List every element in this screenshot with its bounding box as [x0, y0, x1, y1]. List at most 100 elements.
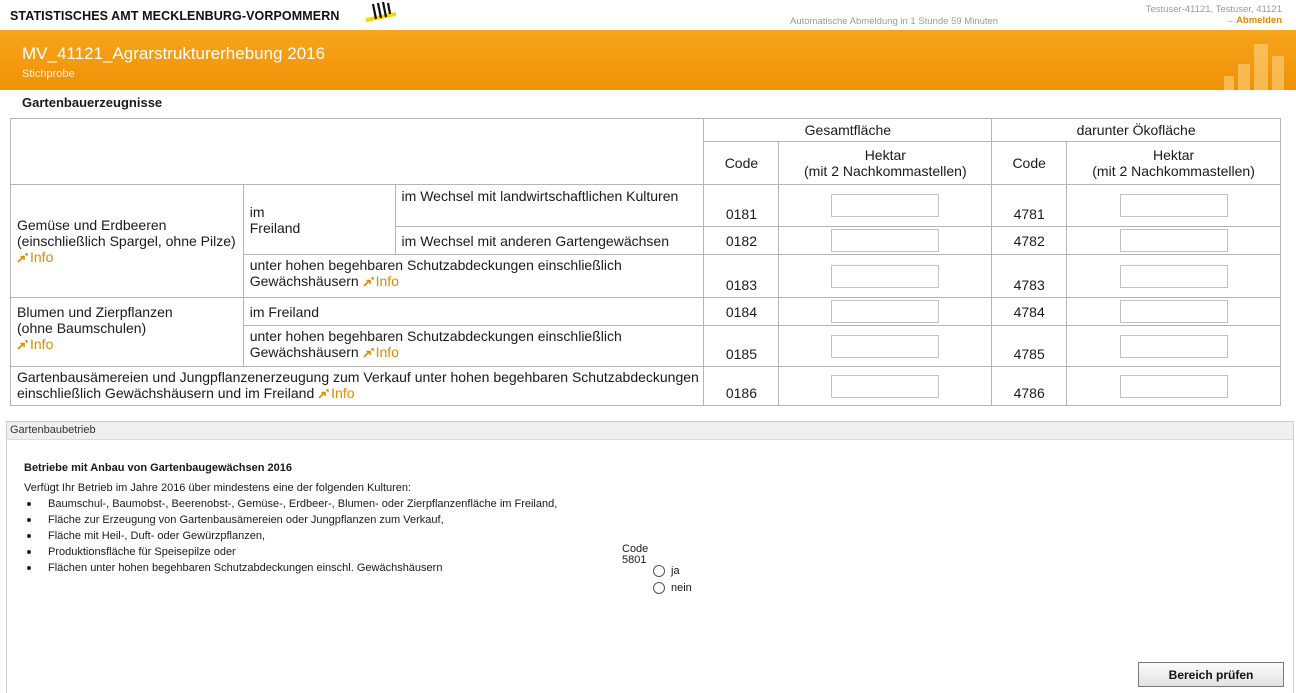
info-link[interactable]: Info	[318, 385, 355, 401]
hektar-input-4781[interactable]	[1119, 194, 1228, 217]
list-item: Baumschul-, Baumobst-, Beerenobst-, Gemü…	[24, 498, 604, 510]
header-hektar: Hektar (mit 2 Nachkommastellen)	[778, 141, 993, 185]
input-cell	[1066, 254, 1281, 298]
input-cell	[1066, 366, 1281, 406]
code-value: 5801	[622, 554, 647, 566]
hektar-input-4784[interactable]	[1119, 300, 1228, 323]
row-label: im Freiland	[242, 297, 705, 326]
radio-nein[interactable]	[653, 582, 665, 594]
input-cell	[778, 254, 993, 298]
row-code: 4785	[991, 325, 1068, 367]
table-corner	[9, 118, 705, 185]
input-cell	[1066, 184, 1281, 227]
hektar-input-4783[interactable]	[1119, 264, 1228, 288]
row-code: 0185	[703, 325, 780, 367]
input-cell	[778, 297, 993, 326]
input-cell	[778, 325, 993, 367]
hektar-input-0185[interactable]	[831, 334, 940, 358]
info-link[interactable]: Info	[17, 336, 53, 352]
hektar-input-0181[interactable]	[831, 194, 940, 217]
row-code: 4782	[991, 226, 1068, 255]
table-row: Blumen und Zierpflanzen (ohne Baumschulen…	[10, 297, 1281, 367]
survey-subtitle: Stichprobe	[22, 68, 75, 80]
header-gesamtflaeche: Gesamtfläche	[703, 118, 993, 142]
info-link[interactable]: Info	[17, 249, 53, 265]
external-link-icon	[363, 277, 374, 287]
mv-crest-logo-icon	[366, 2, 396, 22]
radio-option-ja[interactable]: ja	[653, 565, 680, 577]
list-item: Flächen unter hohen begehbaren Schutzabd…	[24, 562, 624, 574]
external-link-icon	[318, 389, 329, 399]
input-cell	[778, 366, 993, 406]
hektar-input-4782[interactable]	[1119, 229, 1228, 252]
input-cell	[1066, 325, 1281, 367]
list-item: Fläche zur Erzeugung von Gartenbausämere…	[24, 514, 624, 526]
row-code: 0186	[703, 366, 780, 406]
bullet-icon	[27, 550, 31, 554]
row-code: 0183	[703, 254, 780, 298]
row-code: 4783	[991, 254, 1068, 298]
bullet-icon	[27, 566, 31, 570]
input-cell	[1066, 297, 1281, 326]
row-code: 4786	[991, 366, 1068, 406]
question-title: Betriebe mit Anbau von Gartenbaugewächse…	[24, 462, 292, 474]
logout-link[interactable]: → Abmelden	[1224, 15, 1282, 26]
header-hektar-line1: Hektar	[864, 147, 906, 163]
row-code: 0182	[703, 226, 780, 255]
hektar-input-4786[interactable]	[1119, 374, 1228, 398]
input-cell	[778, 226, 993, 255]
culture-list: Baumschul-, Baumobst-, Beerenobst-, Gemü…	[24, 498, 624, 578]
check-section-button[interactable]: Bereich prüfen	[1138, 662, 1284, 687]
list-item: Produktionsfläche für Speisepilze oder	[24, 546, 624, 558]
code-label: Code 5801	[622, 543, 649, 566]
bullet-icon	[27, 534, 31, 538]
info-link[interactable]: Info	[363, 344, 399, 360]
subcategory-im-freiland: im Freiland	[242, 184, 396, 255]
section-title: Gartenbauerzeugnisse	[22, 95, 163, 110]
hektar-input-0183[interactable]	[831, 264, 940, 288]
table-row: Gemüse und Erdbeeren (einschließlich Spa…	[10, 184, 1281, 298]
info-link[interactable]: Info	[363, 273, 399, 289]
hektar-input-0182[interactable]	[831, 229, 940, 252]
header-code: Code	[991, 141, 1068, 185]
row-code: 4784	[991, 297, 1068, 326]
input-cell	[1066, 226, 1281, 255]
input-cell	[778, 184, 993, 227]
header-hektar-line2: (mit 2 Nachkommastellen)	[1092, 163, 1255, 179]
garden-products-table: Gesamtfläche darunter Ökofläche Code Hek…	[9, 118, 1281, 406]
category-blumen: Blumen und Zierpflanzen (ohne Baumschulen…	[10, 297, 244, 367]
row-label: im Wechsel mit landwirtschaftlichen Kult…	[394, 184, 705, 227]
panel-title: Gartenbaubetrieb	[7, 422, 1293, 440]
hektar-input-0186[interactable]	[831, 374, 940, 398]
survey-title: MV_41121_Agrarstrukturerhebung 2016	[22, 44, 326, 63]
user-info: Testuser-41121, Testuser, 41121	[1145, 4, 1282, 15]
row-label: im Wechsel mit anderen Gartengewächsen	[394, 226, 705, 255]
header-oekoflaeche: darunter Ökofläche	[991, 118, 1281, 142]
brand-name: STATISTISCHES AMT MECKLENBURG-VORPOMMERN	[10, 9, 340, 23]
row-code: 0184	[703, 297, 780, 326]
row-label: Gartenbausämereien und Jungpflanzenerzeu…	[9, 366, 705, 406]
row-code: 4781	[991, 184, 1068, 227]
external-link-icon	[363, 348, 374, 358]
external-link-icon	[17, 340, 28, 350]
radio-option-nein[interactable]: nein	[653, 582, 692, 594]
header-decoration-icon	[1218, 40, 1288, 90]
category-gemuese: Gemüse und Erdbeeren (einschließlich Spa…	[10, 184, 244, 298]
header-hektar-line1: Hektar	[1152, 147, 1195, 163]
category-gemuese-label: Gemüse und Erdbeeren (einschließlich Spa…	[17, 217, 236, 249]
row-code: 0181	[703, 184, 780, 227]
auto-logout-notice: Automatische Abmeldung in 1 Stunde 59 Mi…	[790, 16, 999, 27]
radio-ja[interactable]	[653, 565, 665, 577]
survey-header: MV_41121_Agrarstrukturerhebung 2016 Stic…	[0, 30, 1296, 90]
header-hektar: Hektar (mit 2 Nachkommastellen)	[1066, 141, 1281, 185]
header-code: Code	[703, 141, 780, 185]
header-hektar-line2: (mit 2 Nachkommastellen)	[804, 163, 967, 179]
external-link-icon	[17, 253, 28, 263]
hektar-input-0184[interactable]	[831, 300, 940, 323]
top-bar: STATISTISCHES AMT MECKLENBURG-VORPOMMERN…	[0, 0, 1296, 30]
hektar-input-4785[interactable]	[1119, 334, 1228, 358]
table-row: Gartenbausämereien und Jungpflanzenerzeu…	[9, 366, 1281, 406]
question-intro: Verfügt Ihr Betrieb im Jahre 2016 über m…	[24, 482, 412, 494]
bullet-icon	[27, 518, 31, 522]
gartenbaubetrieb-panel: Gartenbaubetrieb Betriebe mit Anbau von …	[6, 421, 1294, 693]
